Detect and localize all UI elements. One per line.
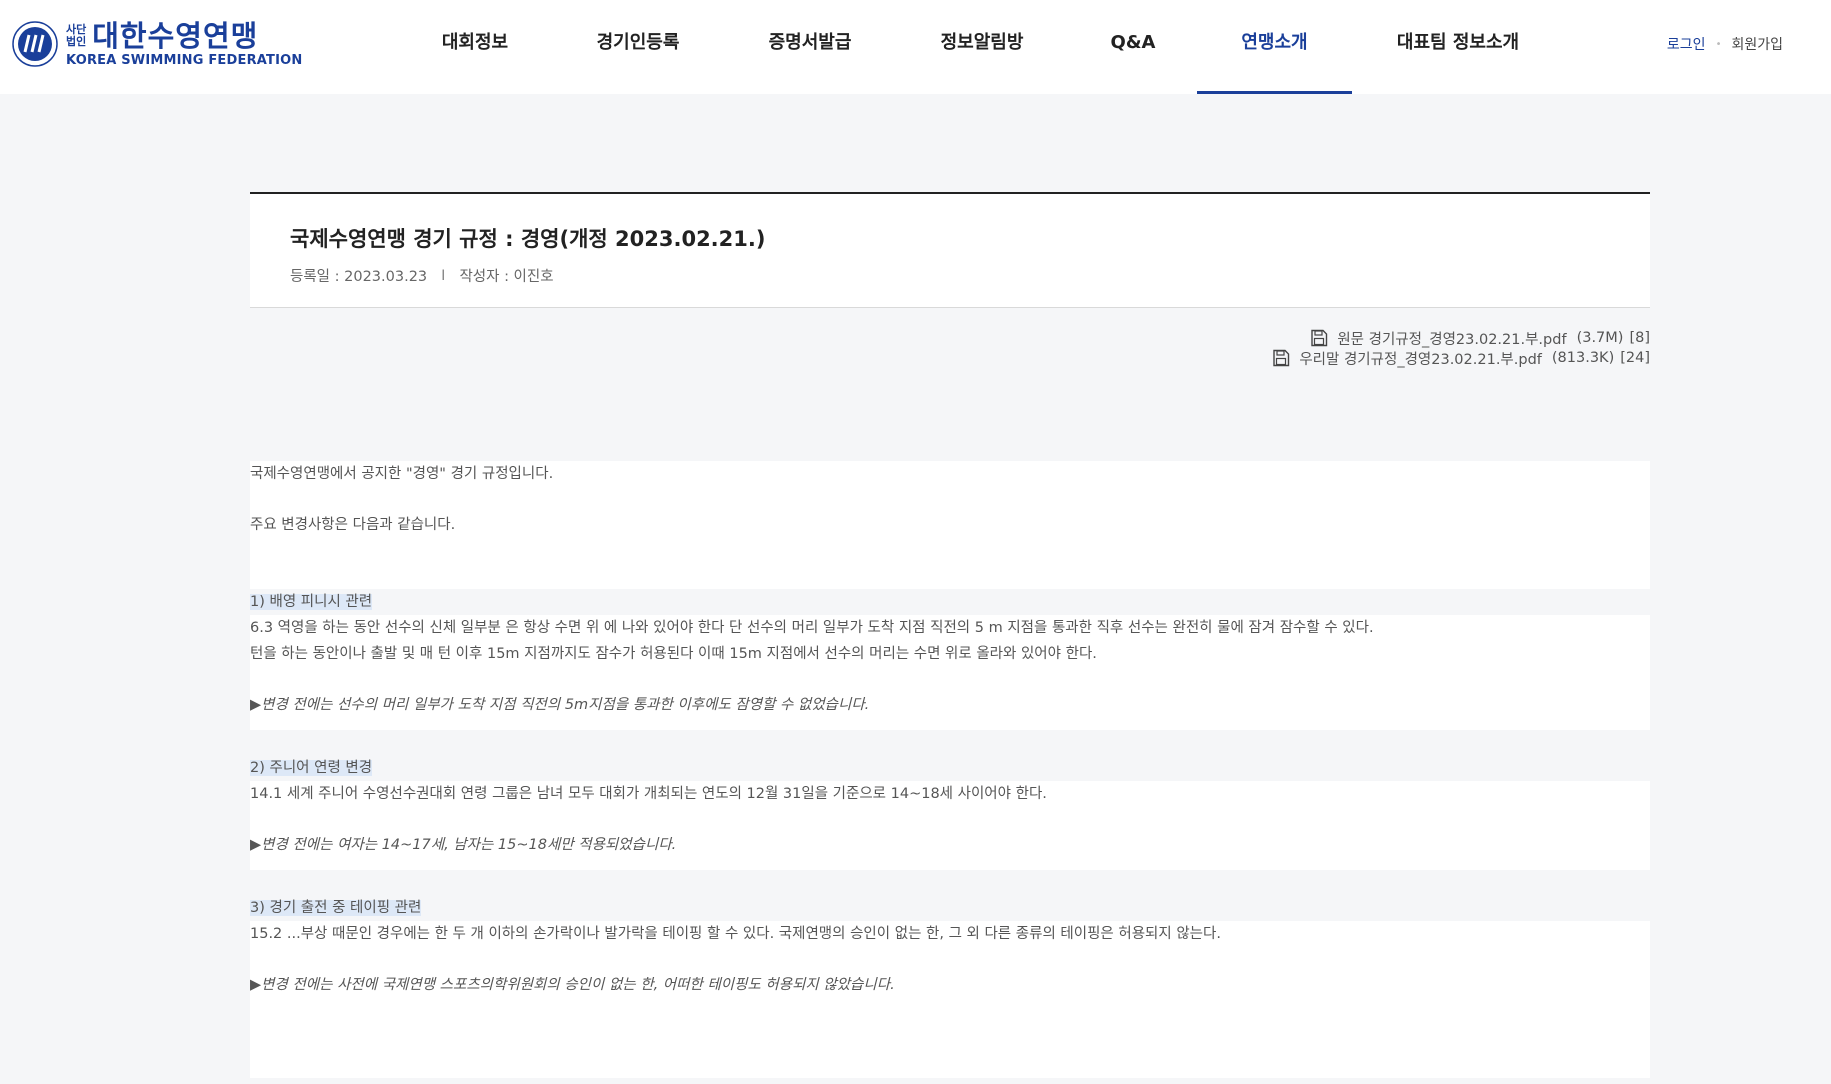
section-note: ▶변경 전에는 사전에 국제연맹 스포츠의학위원회의 승인이 없는 한, 어떠한…: [250, 977, 895, 993]
section-heading: 1) 배영 피니시 관련: [250, 594, 373, 610]
attachment-item[interactable]: 우리말 경기규정_경영23.02.21.부.pdf (813.3K) [24]: [250, 348, 1650, 368]
site-logo[interactable]: 사단 법인 대한수영연맹 KOREA SWIMMING FEDERATION: [12, 19, 302, 69]
post-meta: 등록일 : 2023.03.23 I 작성자 : 이진호: [290, 265, 1650, 286]
section-note: ▶변경 전에는 선수의 머리 일부가 도착 지점 직전의 5m지점을 통과한 이…: [250, 697, 870, 713]
auth-separator: •: [1715, 38, 1722, 50]
meta-divider: I: [441, 267, 446, 284]
attachment-size: (3.7M): [1576, 330, 1624, 346]
logo-name-en: KOREA SWIMMING FEDERATION: [66, 53, 303, 68]
article-body: 국제수영연맹에서 공지한 "경영" 경기 규정입니다. 주요 변경사항은 다음과…: [250, 461, 1650, 1078]
federation-emblem-icon: [12, 21, 58, 67]
logo-corp-line2: 법인: [66, 35, 87, 48]
post-author: 작성자 : 이진호: [459, 269, 554, 285]
attachment-size: (813.3K): [1551, 350, 1615, 366]
save-file-icon: [1273, 349, 1290, 367]
section-heading: 3) 경기 출전 중 테이핑 관련: [250, 900, 422, 916]
active-nav-indicator: [1197, 91, 1352, 94]
attachment-name: 원문 경기규정_경영23.02.21.부.pdf: [1337, 331, 1567, 348]
section-heading-row: 2) 주니어 연령 변경: [250, 755, 1650, 781]
attachment-download-count: [8]: [1629, 330, 1650, 346]
nav-about-federation[interactable]: 연맹소개: [1197, 0, 1352, 94]
section-line: 14.1 세계 주니어 수영선수권대회 연령 그룹은 남녀 모두 대회가 개최되…: [250, 786, 1047, 802]
section-note: ▶변경 전에는 여자는 14~17세, 남자는 15~18세만 적용되었습니다.: [250, 837, 677, 853]
section-heading-row: 3) 경기 출전 중 테이핑 관련: [250, 895, 1650, 921]
save-file-icon: [1311, 329, 1328, 347]
attachment-list: 원문 경기규정_경영23.02.21.부.pdf (3.7M) [8] 우리말 …: [250, 328, 1650, 368]
site-header: 사단 법인 대한수영연맹 KOREA SWIMMING FEDERATION 대…: [0, 0, 1831, 94]
nav-qna[interactable]: Q&A: [1104, 0, 1162, 94]
attachment-name: 우리말 경기규정_경영23.02.21.부.pdf: [1299, 351, 1542, 368]
section-line: 턴을 하는 동안이나 출발 및 매 턴 이후 15m 지점까지도 잠수가 허용된…: [250, 646, 1097, 662]
post-date: 등록일 : 2023.03.23: [290, 269, 428, 285]
section-heading: 2) 주니어 연령 변경: [250, 760, 373, 776]
section-line: 6.3 역영을 하는 동안 선수의 신체 일부분 은 항상 수면 위 에 나와 …: [250, 620, 1374, 636]
attachment-item[interactable]: 원문 경기규정_경영23.02.21.부.pdf (3.7M) [8]: [250, 328, 1650, 348]
nav-competition-info[interactable]: 대회정보: [430, 0, 520, 94]
post-content: 국제수영연맹 경기 규정 : 경영(개정 2023.02.21.) 등록일 : …: [250, 192, 1650, 1078]
nav-athlete-registration[interactable]: 경기인등록: [588, 0, 688, 94]
section-line: 15.2 ...부상 때문인 경우에는 한 두 개 이하의 손가락이나 발가락을…: [250, 926, 1221, 942]
article-intro: 국제수영연맹에서 공지한 "경영" 경기 규정입니다.: [250, 466, 554, 482]
nav-notice[interactable]: 정보알림방: [932, 0, 1032, 94]
post-header: 국제수영연맹 경기 규정 : 경영(개정 2023.02.21.) 등록일 : …: [250, 192, 1650, 308]
section-heading-row: 1) 배영 피니시 관련: [250, 589, 1650, 615]
attachment-download-count: [24]: [1620, 350, 1650, 366]
signup-link[interactable]: 회원가입: [1731, 34, 1783, 54]
nav-national-team[interactable]: 대표팀 정보소개: [1390, 0, 1526, 94]
article-summary: 주요 변경사항은 다음과 같습니다.: [250, 517, 456, 533]
logo-name-ko: 대한수영연맹: [92, 19, 259, 53]
post-title: 국제수영연맹 경기 규정 : 경영(개정 2023.02.21.): [290, 227, 766, 251]
nav-certificate[interactable]: 증명서발급: [760, 0, 860, 94]
auth-links: 로그인 • 회원가입: [1667, 34, 1783, 54]
login-link[interactable]: 로그인: [1667, 34, 1706, 54]
